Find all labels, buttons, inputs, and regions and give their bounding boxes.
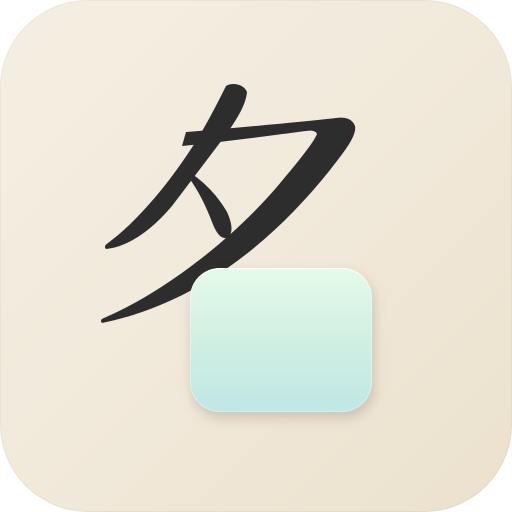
app-icon[interactable]: 夕 — [0, 0, 512, 512]
mint-card — [190, 268, 372, 412]
glyph-character: 夕 — [0, 0, 512, 512]
